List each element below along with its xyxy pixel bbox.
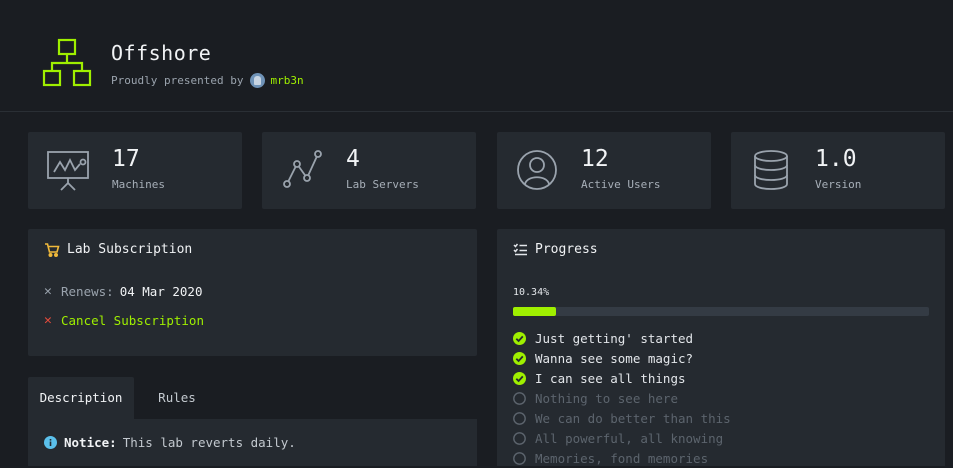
times-icon: ✕ bbox=[44, 313, 52, 328]
stat-card-machines: 17 Machines bbox=[28, 132, 242, 209]
progress-item-label: All powerful, all knowing bbox=[535, 430, 724, 446]
progress-item: Memories, fond memories bbox=[513, 448, 731, 468]
tab-description[interactable]: Description bbox=[28, 377, 134, 419]
stat-label: Active Users bbox=[581, 178, 661, 191]
lab-header: Offshore Proudly presented by mrb3n bbox=[0, 0, 953, 112]
author-link[interactable]: mrb3n bbox=[270, 74, 303, 87]
notice-text: This lab reverts daily. bbox=[122, 435, 296, 450]
stat-label: Lab Servers bbox=[346, 178, 419, 191]
progress-bar bbox=[513, 307, 929, 316]
presented-by: Proudly presented by mrb3n bbox=[111, 73, 304, 88]
empty-circle-icon bbox=[513, 391, 526, 405]
author-avatar[interactable] bbox=[250, 73, 266, 88]
stat-value: 17 bbox=[112, 146, 140, 172]
notice-label: Notice: bbox=[64, 435, 117, 450]
description-panel: Notice: This lab reverts daily. bbox=[28, 419, 477, 466]
progress-bar-fill bbox=[513, 307, 556, 316]
progress-item-label: Memories, fond memories bbox=[535, 450, 709, 466]
network-hierarchy-icon bbox=[42, 38, 92, 87]
stat-label: Machines bbox=[112, 178, 165, 191]
progress-item-label: Nothing to see here bbox=[535, 390, 678, 406]
empty-circle-icon bbox=[513, 411, 526, 425]
tab-rules[interactable]: Rules bbox=[134, 377, 220, 419]
empty-circle-icon bbox=[513, 431, 526, 445]
renews-row: ✕ Renews: 04 Mar 2020 bbox=[44, 284, 202, 299]
check-circle-icon bbox=[513, 371, 526, 385]
cancel-subscription-link[interactable]: ✕ Cancel Subscription bbox=[44, 313, 204, 328]
progress-list: Just getting' started Wanna see some magi… bbox=[513, 328, 731, 468]
progress-item: Nothing to see here bbox=[513, 388, 731, 408]
presented-by-label: Proudly presented by bbox=[111, 74, 244, 87]
line-graph-icon bbox=[283, 150, 322, 188]
progress-panel: Progress 10.34% Just getting' started Wan… bbox=[497, 229, 945, 466]
progress-title-text: Progress bbox=[535, 242, 598, 257]
renews-label: Renews: bbox=[61, 284, 114, 299]
progress-item-label: Wanna see some magic? bbox=[535, 350, 694, 366]
stat-value: 12 bbox=[581, 146, 609, 172]
subscription-title: Lab Subscription bbox=[44, 242, 192, 257]
progress-item-label: We can do better than this bbox=[535, 410, 731, 426]
progress-title: Progress bbox=[513, 242, 598, 257]
lab-title: Offshore bbox=[111, 41, 212, 65]
progress-item: We can do better than this bbox=[513, 408, 731, 428]
progress-item: All powerful, all knowing bbox=[513, 428, 731, 448]
check-circle-icon bbox=[513, 331, 526, 345]
renews-date: 04 Mar 2020 bbox=[119, 284, 203, 299]
info-circle-icon bbox=[44, 436, 57, 449]
task-list-icon bbox=[513, 243, 527, 256]
check-circle-icon bbox=[513, 351, 526, 365]
notice: Notice: This lab reverts daily. bbox=[44, 435, 296, 450]
progress-item-label: I can see all things bbox=[535, 370, 686, 386]
user-circle-icon bbox=[517, 150, 557, 190]
description-tabs: Description Rules bbox=[28, 377, 477, 419]
stat-card-active-users: 12 Active Users bbox=[497, 132, 711, 209]
subscription-title-text: Lab Subscription bbox=[67, 242, 193, 257]
times-icon: ✕ bbox=[44, 284, 52, 299]
empty-circle-icon bbox=[513, 451, 526, 465]
progress-item: I can see all things bbox=[513, 368, 731, 388]
progress-item: Wanna see some magic? bbox=[513, 348, 731, 368]
stat-value: 4 bbox=[346, 146, 360, 172]
stat-card-lab-servers: 4 Lab Servers bbox=[262, 132, 476, 209]
database-icon bbox=[754, 150, 788, 190]
stat-value: 1.0 bbox=[815, 146, 857, 172]
progress-item-label: Just getting' started bbox=[535, 330, 694, 346]
presentation-chart-icon bbox=[47, 151, 89, 191]
stat-label: Version bbox=[815, 178, 862, 191]
progress-item: Just getting' started bbox=[513, 328, 731, 348]
lab-subscription-panel: Lab Subscription ✕ Renews: 04 Mar 2020 ✕… bbox=[28, 229, 477, 356]
progress-percent: 10.34% bbox=[513, 287, 550, 298]
shopping-cart-icon bbox=[45, 242, 60, 257]
cancel-subscription-label[interactable]: Cancel Subscription bbox=[61, 313, 204, 328]
stat-card-version: 1.0 Version bbox=[731, 132, 945, 209]
